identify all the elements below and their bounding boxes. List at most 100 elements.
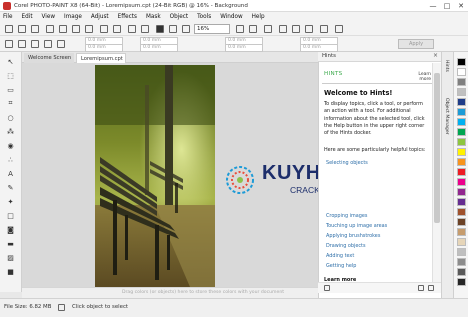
import-icon[interactable] [128, 25, 136, 33]
color-swatch[interactable] [457, 188, 466, 196]
fill-tool-icon[interactable]: ◙ [6, 225, 15, 234]
side-tab-hints[interactable]: Hints [444, 60, 449, 72]
menu-edit[interactable]: Edit [22, 14, 33, 20]
skew-icon[interactable] [44, 40, 52, 48]
menu-file[interactable]: File [3, 14, 13, 20]
launch-icon[interactable] [320, 25, 328, 33]
color-swatch[interactable] [457, 268, 466, 276]
print-icon[interactable] [46, 25, 54, 33]
color-swatch[interactable] [457, 138, 466, 146]
menu-effects[interactable]: Effects [118, 14, 137, 20]
menu-image[interactable]: Image [64, 14, 82, 20]
mask-transform-icon[interactable]: ⬚ [6, 71, 15, 80]
rotate-icon[interactable] [18, 40, 26, 48]
menu-mask[interactable]: Mask [146, 14, 161, 20]
color-swatch[interactable] [457, 78, 466, 86]
color-swatch[interactable] [457, 218, 466, 226]
docker-scroll-thumb[interactable] [434, 73, 440, 223]
new-document-icon[interactable] [5, 25, 13, 33]
crop-tool-icon[interactable]: ⌗ [6, 99, 15, 108]
zoom-100-icon[interactable] [236, 25, 244, 33]
color-swatch[interactable] [457, 128, 466, 136]
text-tool-icon[interactable]: A [6, 169, 15, 178]
menu-help[interactable]: Help [252, 14, 265, 20]
document-palette-strip[interactable]: Drag colors (or objects) here to store t… [22, 287, 318, 298]
docker-back-icon[interactable] [418, 285, 424, 291]
menu-view[interactable]: View [42, 14, 56, 20]
lens-icon[interactable] [182, 25, 190, 33]
docker-forward-icon[interactable] [428, 285, 434, 291]
save-icon[interactable] [31, 25, 39, 33]
options-icon[interactable] [335, 25, 343, 33]
minimize-button[interactable]: — [426, 0, 440, 12]
redo-icon[interactable] [113, 25, 121, 33]
pick-tool-icon[interactable]: ↖ [6, 57, 15, 66]
eraser-icon[interactable]: ▬ [6, 239, 15, 248]
move-object-icon[interactable] [5, 40, 13, 48]
color-swatch[interactable] [457, 148, 466, 156]
menu-adjust[interactable]: Adjust [91, 14, 109, 20]
color-swatch[interactable] [457, 88, 466, 96]
topic-adding-text[interactable]: Adding text [326, 253, 354, 259]
paint-tool-icon[interactable]: ✎ [6, 183, 15, 192]
color-swatch[interactable] [457, 168, 466, 176]
open-icon[interactable] [18, 25, 26, 33]
docker-options-icon[interactable] [324, 285, 330, 291]
topic-brushstrokes[interactable]: Applying brushstrokes [326, 233, 380, 239]
learn-more-link-top[interactable]: Learn more [409, 72, 431, 82]
topic-getting-help[interactable]: Getting help [326, 263, 356, 269]
maximize-button[interactable]: □ [440, 0, 454, 12]
close-button[interactable]: ✕ [454, 0, 468, 12]
side-tab-object-manager[interactable]: Object Manager [444, 98, 449, 135]
tab-welcome-screen[interactable]: Welcome Screen [24, 53, 74, 63]
tab-loremipsum[interactable]: Loremipsum.cpt [76, 53, 126, 63]
menu-object[interactable]: Object [170, 14, 189, 20]
fit-page-icon[interactable] [249, 25, 257, 33]
zoom-tool-icon[interactable]: ○ [6, 113, 15, 122]
color-swatch[interactable] [457, 98, 466, 106]
size-h-field[interactable]: 0.0 mm [140, 44, 178, 52]
color-swatch[interactable] [457, 158, 466, 166]
menu-tools[interactable]: Tools [197, 14, 211, 20]
distort-icon[interactable] [57, 40, 65, 48]
cut-icon[interactable] [59, 25, 67, 33]
color-swatch[interactable] [457, 228, 466, 236]
guidelines-icon[interactable] [305, 25, 313, 33]
color-swatch[interactable] [457, 58, 466, 66]
clone-tool-icon[interactable]: ∴ [6, 155, 15, 164]
copy-icon[interactable] [72, 25, 80, 33]
color-swatch[interactable] [457, 238, 466, 246]
shape-tool-icon[interactable]: □ [6, 211, 15, 220]
export-icon[interactable] [141, 25, 149, 33]
color-swatch[interactable] [457, 178, 466, 186]
mask-overlay-icon[interactable] [156, 25, 164, 33]
menu-window[interactable]: Window [220, 14, 242, 20]
rulers-icon[interactable] [292, 25, 300, 33]
color-swatch[interactable] [457, 108, 466, 116]
color-swatch[interactable] [457, 258, 466, 266]
position-y-field[interactable]: 0.0 mm [85, 44, 123, 52]
center-y-field[interactable]: 0.0 mm [300, 44, 338, 52]
rectangle-mask-icon[interactable]: ▭ [6, 85, 15, 94]
color-swatch[interactable] [457, 198, 466, 206]
color-swatches-icon[interactable]: ■ [6, 267, 15, 276]
color-swatch[interactable] [457, 278, 466, 286]
zoom-level-select[interactable]: 16% [194, 24, 230, 34]
topic-touching-up[interactable]: Touching up image areas [326, 223, 387, 229]
paste-icon[interactable] [85, 25, 93, 33]
document-image[interactable] [95, 65, 215, 287]
apply-button[interactable]: Apply [398, 39, 434, 49]
color-swatch[interactable] [457, 248, 466, 256]
color-swatch[interactable] [457, 118, 466, 126]
color-swatch[interactable] [457, 208, 466, 216]
color-swatch[interactable] [457, 68, 466, 76]
transparency-icon[interactable]: ▨ [6, 253, 15, 262]
topic-selecting-objects[interactable]: Selecting objects [326, 160, 368, 166]
red-eye-icon[interactable]: ◉ [6, 141, 15, 150]
topic-cropping-images[interactable]: Cropping images [326, 213, 367, 219]
effect-tool-icon[interactable]: ✦ [6, 197, 15, 206]
docker-scrollbar[interactable] [432, 63, 441, 289]
hand-icon[interactable] [264, 25, 272, 33]
scale-y-field[interactable]: 0.0 mm [225, 44, 263, 52]
object-marquee-icon[interactable] [169, 25, 177, 33]
